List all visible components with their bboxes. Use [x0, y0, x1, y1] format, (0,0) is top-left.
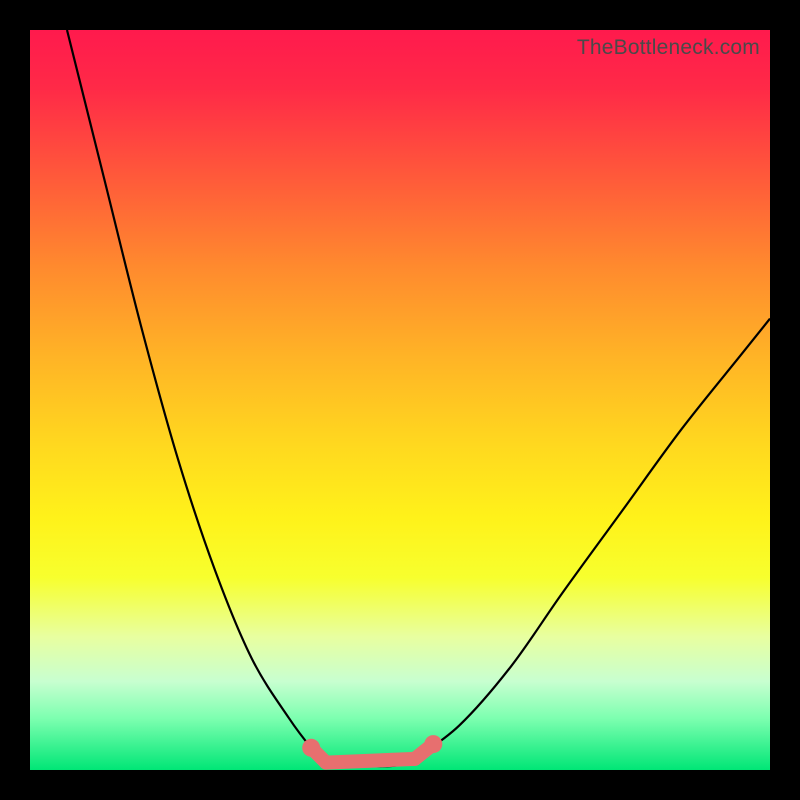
- accent-dot: [424, 735, 442, 753]
- plot-area: TheBottleneck.com: [30, 30, 770, 770]
- curve-layer: [30, 30, 770, 770]
- chart-frame: TheBottleneck.com: [0, 0, 800, 800]
- accent-marker: [302, 735, 442, 763]
- left-curve-path: [67, 30, 326, 763]
- right-curve-path: [415, 319, 770, 759]
- accent-dot: [302, 739, 320, 757]
- accent-segment: [326, 759, 415, 763]
